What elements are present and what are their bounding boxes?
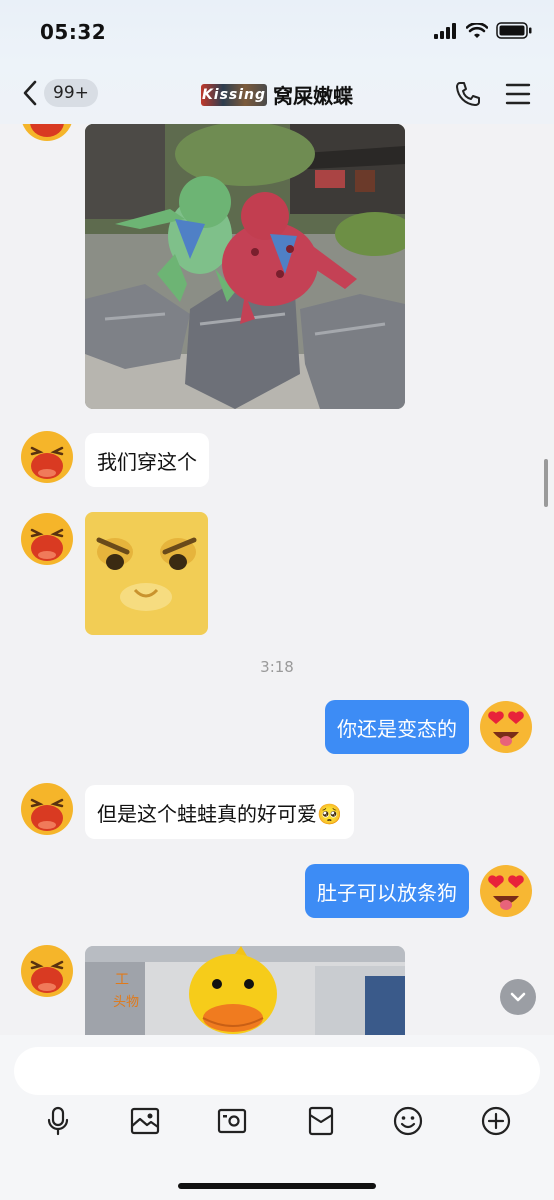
plus-icon[interactable] [480,1105,512,1137]
status-icons [434,22,532,39]
friend-avatar[interactable] [20,944,74,998]
duck-costume-photo[interactable]: 工 头物 [85,946,405,1035]
title-logo: Kissing [201,83,267,106]
composer [0,1035,554,1200]
scroll-down-icon [510,992,526,1002]
camera-icon[interactable] [216,1105,248,1137]
friend-avatar[interactable] [20,430,74,484]
frog-costume-photo[interactable] [85,124,405,409]
chat-header: 99+ Kissing 窝屎嫩蝶 [0,64,554,124]
image-icon[interactable] [129,1105,161,1137]
wifi-icon [466,22,488,38]
status-bar: 05:32 [0,0,554,64]
friend-avatar[interactable] [20,782,74,836]
sticker-image[interactable] [85,512,208,635]
page-title: 窝屎嫩蝶 [273,84,353,108]
message-timestamp: 3:18 [260,658,294,676]
scroll-indicator[interactable] [544,459,548,507]
header-actions [454,80,532,108]
emoji-icon[interactable] [392,1105,424,1137]
friend-avatar[interactable] [20,124,74,142]
svg-text:工: 工 [115,972,129,988]
battery-icon [496,22,532,39]
message-bubble-outgoing[interactable]: 肚子可以放条狗 [305,864,469,918]
frog-photo-image [85,124,405,409]
phone-icon[interactable] [454,80,482,108]
red-packet-icon[interactable] [305,1105,337,1137]
message-bubble-incoming[interactable]: 我们穿这个 [85,433,209,487]
angry-face-sticker [85,512,208,635]
message-bubble-outgoing[interactable]: 你还是变态的 [325,700,469,754]
message-list[interactable]: 我们穿这个 3:18 你还是变态的 但是这个蛙蛙真的好可爱🥺 肚子可以放条狗 工… [0,124,554,1035]
scroll-down-button[interactable] [500,979,536,1015]
duck-photo-image: 工 头物 [85,946,405,1035]
signal-icon [434,22,456,39]
svg-text:头物: 头物 [113,995,139,1010]
message-bubble-incoming[interactable]: 但是这个蛙蛙真的好可爱🥺 [85,785,354,839]
status-time: 05:32 [40,20,107,44]
my-avatar[interactable] [479,700,533,754]
home-indicator[interactable] [178,1183,376,1189]
menu-icon[interactable] [504,80,532,108]
my-avatar[interactable] [479,864,533,918]
friend-avatar[interactable] [20,512,74,566]
composer-toolbar [0,1105,554,1145]
microphone-icon[interactable] [42,1105,74,1137]
message-input[interactable] [14,1047,540,1095]
